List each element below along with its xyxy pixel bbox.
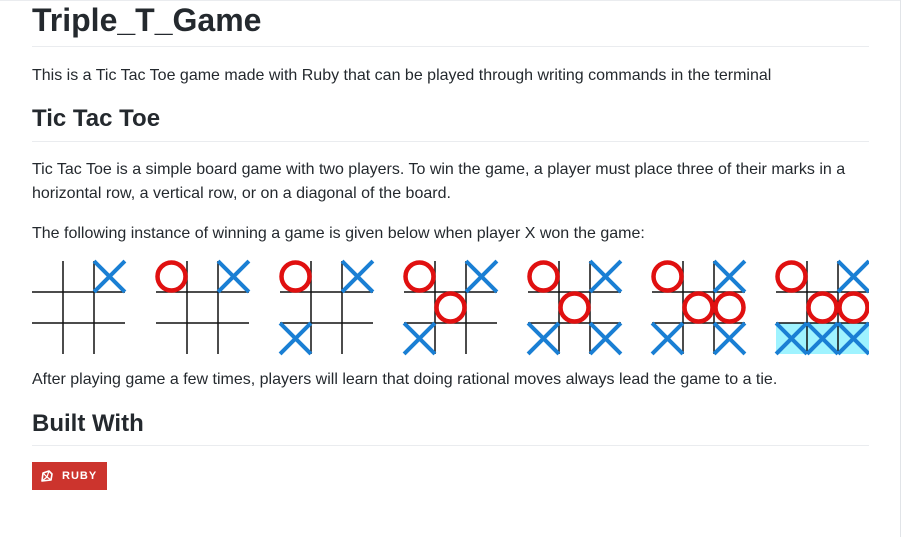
o-mark [682,291,715,324]
o-mark [403,260,436,293]
o-mark [279,260,312,293]
o-mark [155,260,188,293]
intro-paragraph: This is a Tic Tac Toe game made with Rub… [32,67,772,84]
heading-built-with: Built With [32,408,869,446]
o-mark [651,260,684,293]
ruby-badge[interactable]: RUBY [32,462,107,490]
o-mark [434,291,467,324]
o-mark [837,291,869,324]
o-mark [775,260,808,293]
readme-content: Triple_T_Game This is a Tic Tac Toe game… [32,0,869,490]
scrollbar-edge [900,0,901,537]
game-description: Tic Tac Toe is a simple board game with … [32,161,846,202]
after-paragraph: After playing game a few times, players … [32,371,778,388]
ruby-icon [41,470,53,482]
o-mark [527,260,560,293]
game-sequence-svg [32,259,869,356]
o-mark [713,291,746,324]
badge-label: RUBY [62,470,98,482]
heading-tic-tac-toe: Tic Tac Toe [32,103,869,142]
page-title: Triple_T_Game [32,0,869,47]
o-mark [806,291,839,324]
o-mark [558,291,591,324]
instance-text: The following instance of winning a game… [32,225,645,242]
game-sequence-image [32,256,869,356]
